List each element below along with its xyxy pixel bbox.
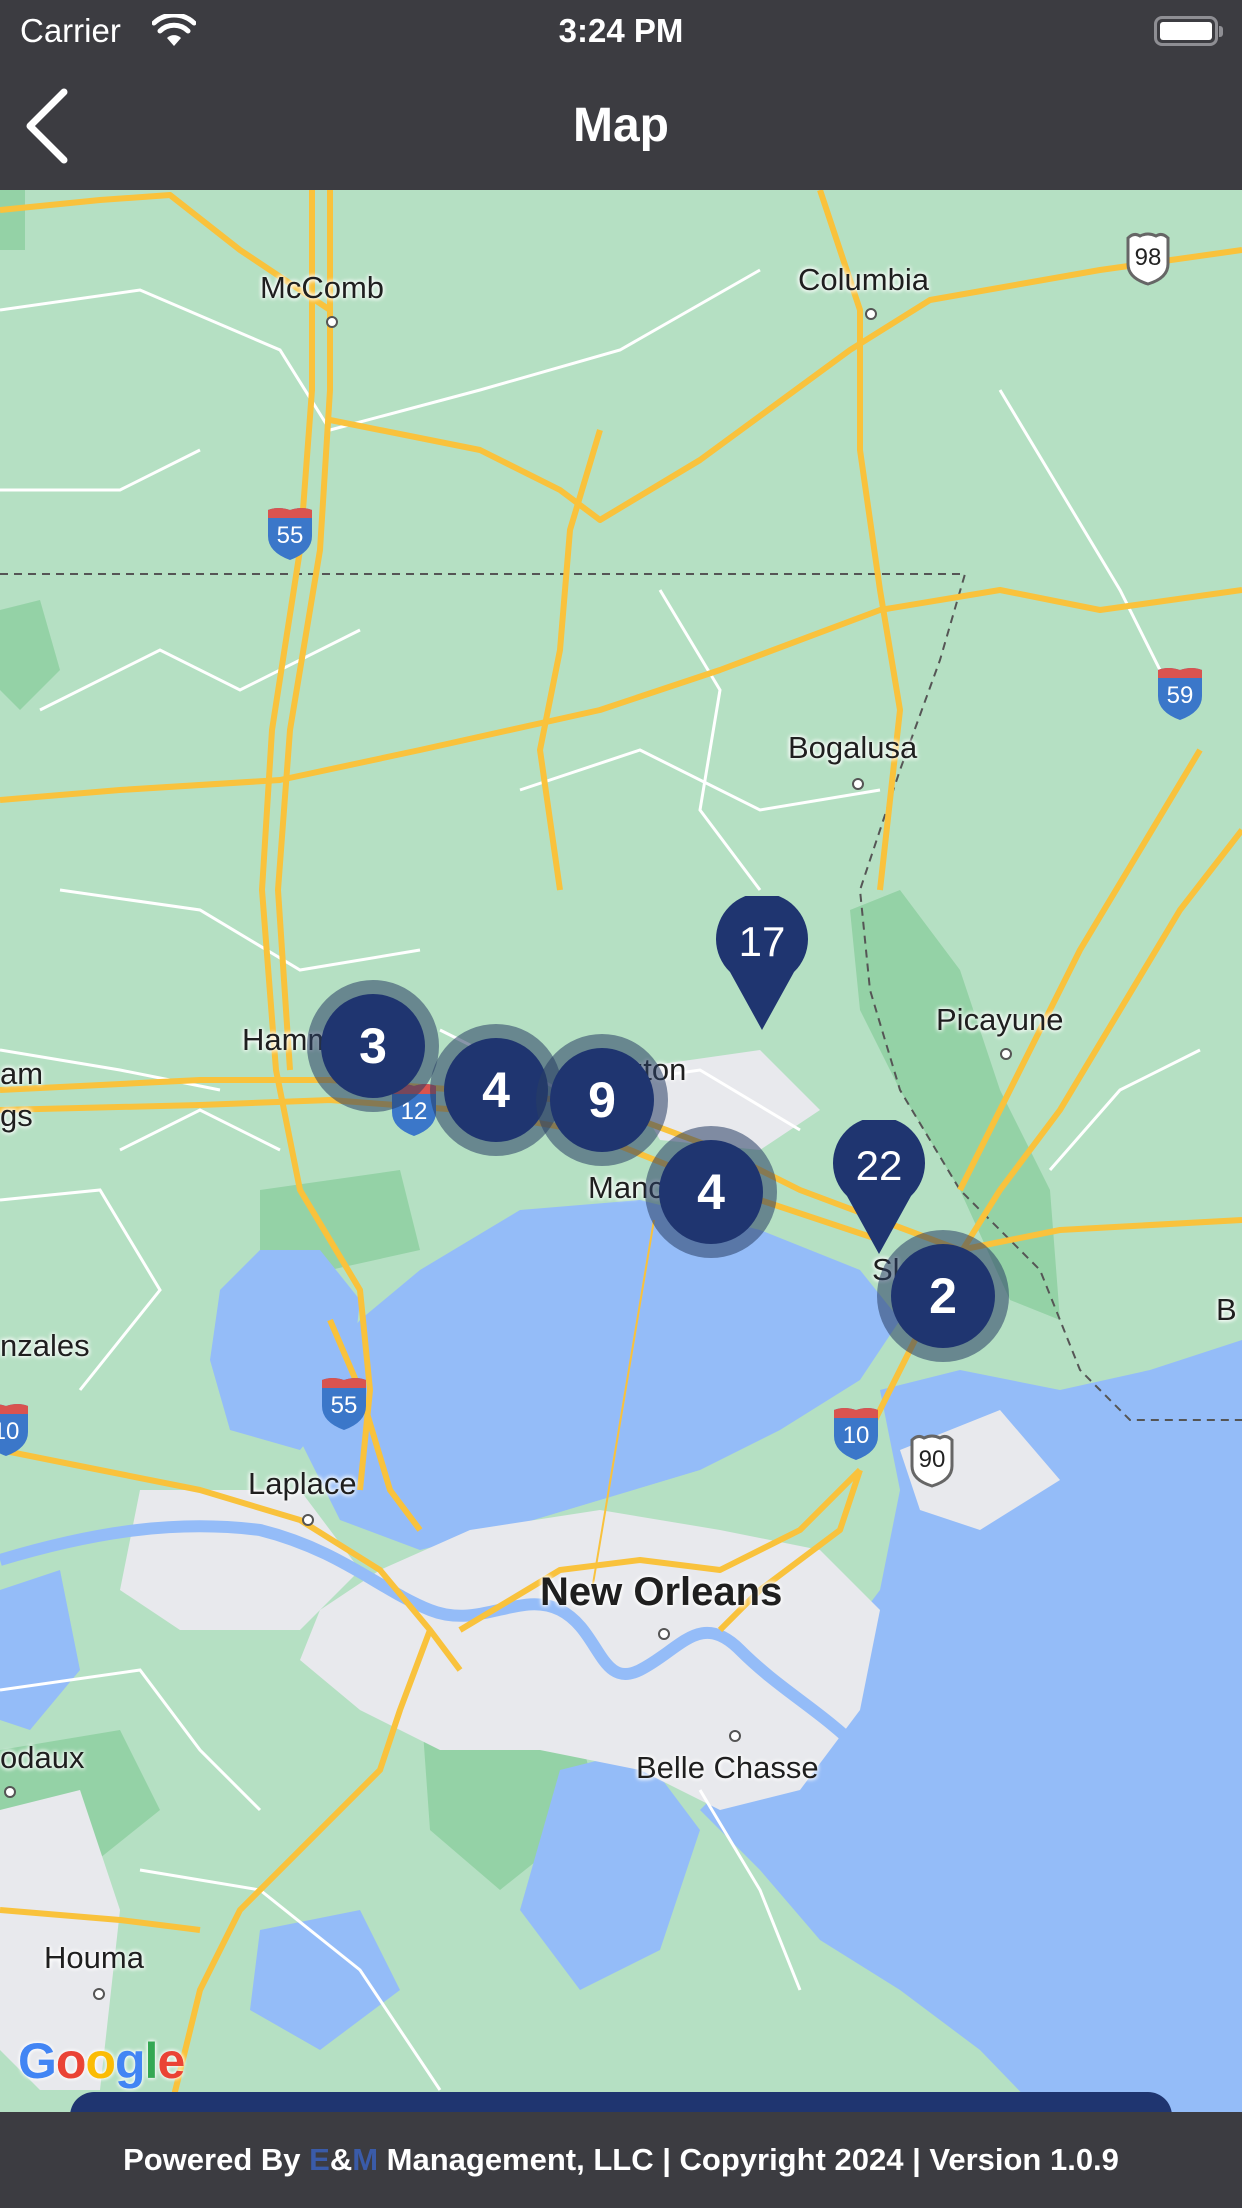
battery-icon xyxy=(1154,16,1223,46)
map-label-columbia: Columbia xyxy=(798,262,929,297)
cluster-count: 2 xyxy=(891,1244,995,1348)
cluster-marker[interactable]: 4 xyxy=(645,1126,777,1258)
map-label-edge-b: B xyxy=(1216,1292,1237,1327)
bottom-sheet[interactable] xyxy=(70,2092,1172,2112)
city-dot xyxy=(852,778,864,790)
pin-marker[interactable]: 17 xyxy=(716,896,808,1032)
interstate-shield: 55 xyxy=(320,1376,368,1430)
map-label-gonzales: nzales xyxy=(0,1328,90,1363)
pin-count: 17 xyxy=(738,918,786,965)
cluster-count: 4 xyxy=(444,1038,548,1142)
interstate-shield: 10 xyxy=(832,1406,880,1460)
footer-brand-m: M xyxy=(352,2142,379,2177)
google-logo: Google xyxy=(18,2033,185,2089)
city-dot xyxy=(93,1988,105,2000)
pin-marker[interactable]: 22 xyxy=(833,1120,925,1256)
map-label-springs: gs xyxy=(0,1098,33,1133)
city-dot xyxy=(4,1786,16,1798)
cluster-marker[interactable]: 3 xyxy=(307,980,439,1112)
city-dot xyxy=(865,308,877,320)
page-title: Map xyxy=(573,99,669,152)
footer-brand-e: E xyxy=(309,2142,330,2177)
footer-brand-amp: & xyxy=(329,2142,353,2177)
map-label-new-orleans: New Orleans xyxy=(540,1570,783,1614)
cluster-marker[interactable]: 9 xyxy=(536,1034,668,1166)
city-dot xyxy=(302,1514,314,1526)
us-highway-shield: 90 xyxy=(908,1434,956,1488)
map-label-thibodaux: odaux xyxy=(0,1740,85,1775)
cluster-count: 9 xyxy=(550,1048,654,1152)
city-dot xyxy=(1000,1048,1012,1060)
map-label-bogalusa: Bogalusa xyxy=(788,730,918,765)
status-bar: Carrier 3:24 PM xyxy=(0,0,1242,62)
footer-suffix: Management, LLC | Copyright 2024 | Versi… xyxy=(378,2142,1119,2177)
map-label-belle-chasse: Belle Chasse xyxy=(636,1750,819,1785)
footer: Powered By E&M Management, LLC | Copyrig… xyxy=(0,2112,1242,2208)
footer-prefix: Powered By xyxy=(123,2142,310,2177)
map-label-houma: Houma xyxy=(44,1940,144,1975)
city-dot xyxy=(729,1730,741,1742)
city-dot xyxy=(326,316,338,328)
map-view[interactable]: McComb Columbia Bogalusa Picayune Hamm g… xyxy=(0,190,1242,2112)
city-dot xyxy=(658,1628,670,1640)
pin-count: 22 xyxy=(855,1142,903,1189)
map-label-picayune: Picayune xyxy=(936,1002,1064,1037)
clock: 3:24 PM xyxy=(558,12,684,49)
map-label-mccomb: McComb xyxy=(260,270,385,305)
map-label-denham: am xyxy=(0,1056,44,1091)
interstate-shield: 55 xyxy=(266,506,314,560)
interstate-shield: 10 xyxy=(0,1402,30,1456)
cluster-count: 4 xyxy=(659,1140,763,1244)
cluster-count: 3 xyxy=(321,994,425,1098)
us-highway-shield: 98 xyxy=(1124,232,1172,286)
map-label-laplace: Laplace xyxy=(248,1466,357,1501)
interstate-shield: 59 xyxy=(1156,666,1204,720)
navigation-bar: Map xyxy=(0,62,1242,190)
